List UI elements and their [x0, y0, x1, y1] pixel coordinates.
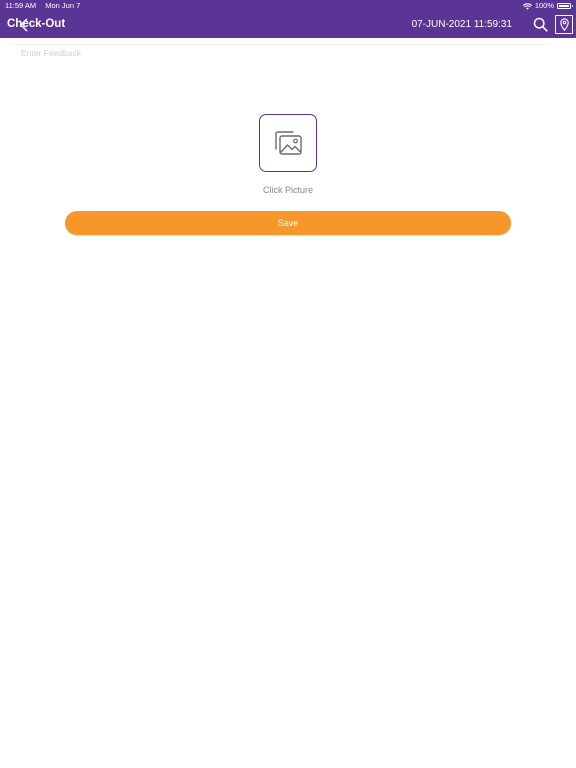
wifi-icon [522, 2, 532, 10]
click-picture-button[interactable] [259, 114, 317, 172]
search-icon[interactable] [533, 17, 548, 32]
feedback-input[interactable] [12, 44, 548, 60]
battery-percentage: 100% [534, 1, 554, 10]
status-date: Mon Jun 7 [45, 1, 81, 10]
save-button[interactable]: Save [65, 211, 511, 235]
app-header: 11:59 AM Mon Jun 7 100% Check-Out 07-JUN… [0, 0, 576, 38]
status-right: 100% [522, 0, 573, 12]
location-pin-icon [559, 18, 569, 31]
image-gallery-icon [275, 131, 302, 155]
status-left: 11:59 AM Mon Jun 7 [5, 0, 80, 12]
click-picture-label: Click Picture [262, 185, 313, 195]
back-arrow-icon[interactable] [18, 17, 30, 33]
checkout-screen: 11:59 AM Mon Jun 7 100% Check-Out 07-JUN… [0, 0, 576, 768]
status-bar: 11:59 AM Mon Jun 7 100% [0, 0, 576, 12]
battery-icon [557, 3, 573, 9]
nav-bar: Check-Out 07-JUN-2021 11:59:31 [0, 12, 576, 38]
status-time: 11:59 AM [5, 1, 37, 10]
page-title: Check-Out [7, 18, 66, 30]
header-datetime: 07-JUN-2021 11:59:31 [411, 19, 512, 30]
location-button[interactable] [555, 15, 573, 34]
